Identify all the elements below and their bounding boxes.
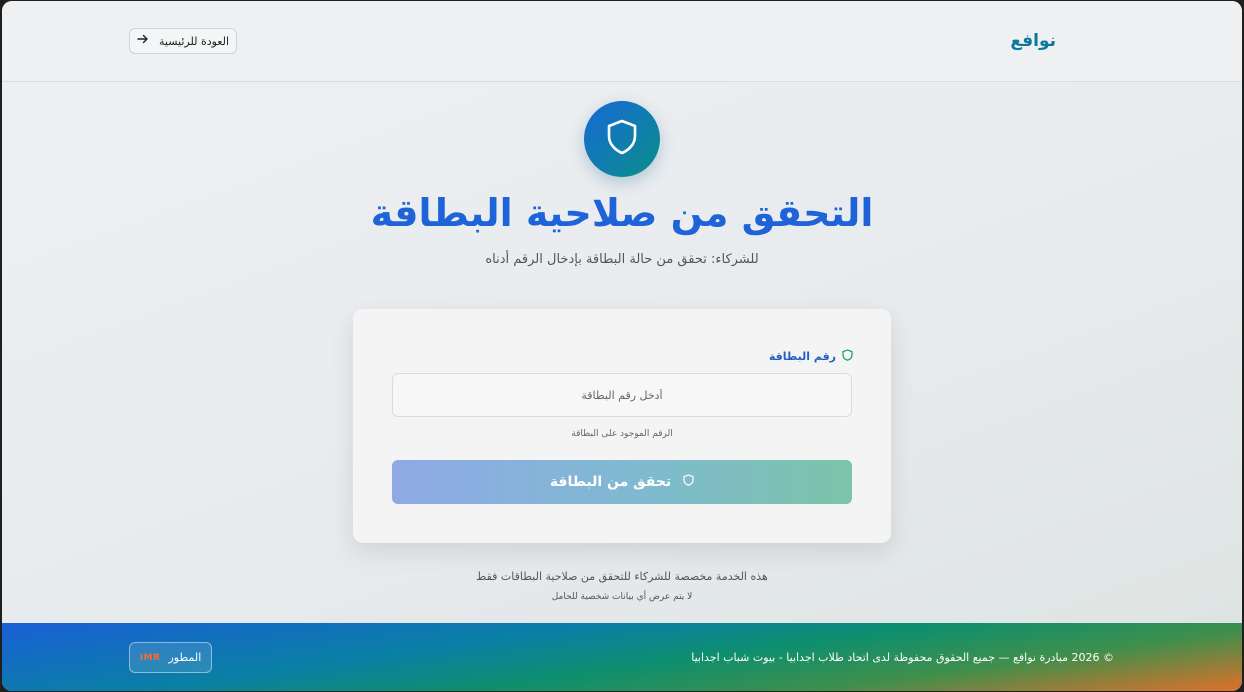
arrow-right-icon bbox=[137, 33, 149, 49]
shield-icon bbox=[683, 474, 694, 490]
card-number-input[interactable] bbox=[392, 373, 852, 417]
back-home-label: العودة للرئيسية bbox=[158, 34, 230, 48]
verify-card-button[interactable]: تحقق من البطاقة bbox=[392, 460, 852, 504]
page-footer: © 2026 مبادرة نوافع — جميع الحقوق محفوظة… bbox=[2, 623, 1242, 691]
verify-card-button-label: تحقق من البطاقة bbox=[549, 474, 672, 490]
verify-card: رقم البطاقة الرقم الموجود على البطاقة تح… bbox=[353, 309, 891, 543]
shield-icon bbox=[842, 349, 853, 364]
developer-logo: IMR bbox=[139, 652, 161, 663]
top-header: نوافع العودة للرئيسية bbox=[2, 1, 1242, 82]
card-number-label: رقم البطاقة bbox=[769, 349, 853, 364]
privacy-note: لا يتم عرض أي بيانات شخصية للحامل bbox=[551, 592, 693, 602]
developer-button[interactable]: المطور IMR bbox=[129, 642, 212, 673]
page: نوافع العودة للرئيسية التحقق من صلاحية ا… bbox=[2, 1, 1242, 691]
copyright-text: © 2026 مبادرة نوافع — جميع الحقوق محفوظة… bbox=[691, 651, 1114, 664]
card-number-label-text: رقم البطاقة bbox=[768, 350, 836, 363]
brand-logo[interactable]: نوافع bbox=[1010, 31, 1056, 51]
shield-icon bbox=[605, 118, 639, 160]
developer-label: المطور bbox=[168, 651, 202, 664]
service-note: هذه الخدمة مخصصة للشركاء للتحقق من صلاحي… bbox=[476, 570, 768, 583]
back-home-button[interactable]: العودة للرئيسية bbox=[129, 28, 237, 54]
card-number-hint: الرقم الموجود على البطاقة bbox=[571, 429, 673, 439]
page-title: التحقق من صلاحية البطاقة bbox=[370, 191, 874, 235]
hero-shield-badge bbox=[584, 101, 660, 177]
page-subtitle: للشركاء: تحقق من حالة البطاقة بإدخال الر… bbox=[485, 252, 759, 267]
